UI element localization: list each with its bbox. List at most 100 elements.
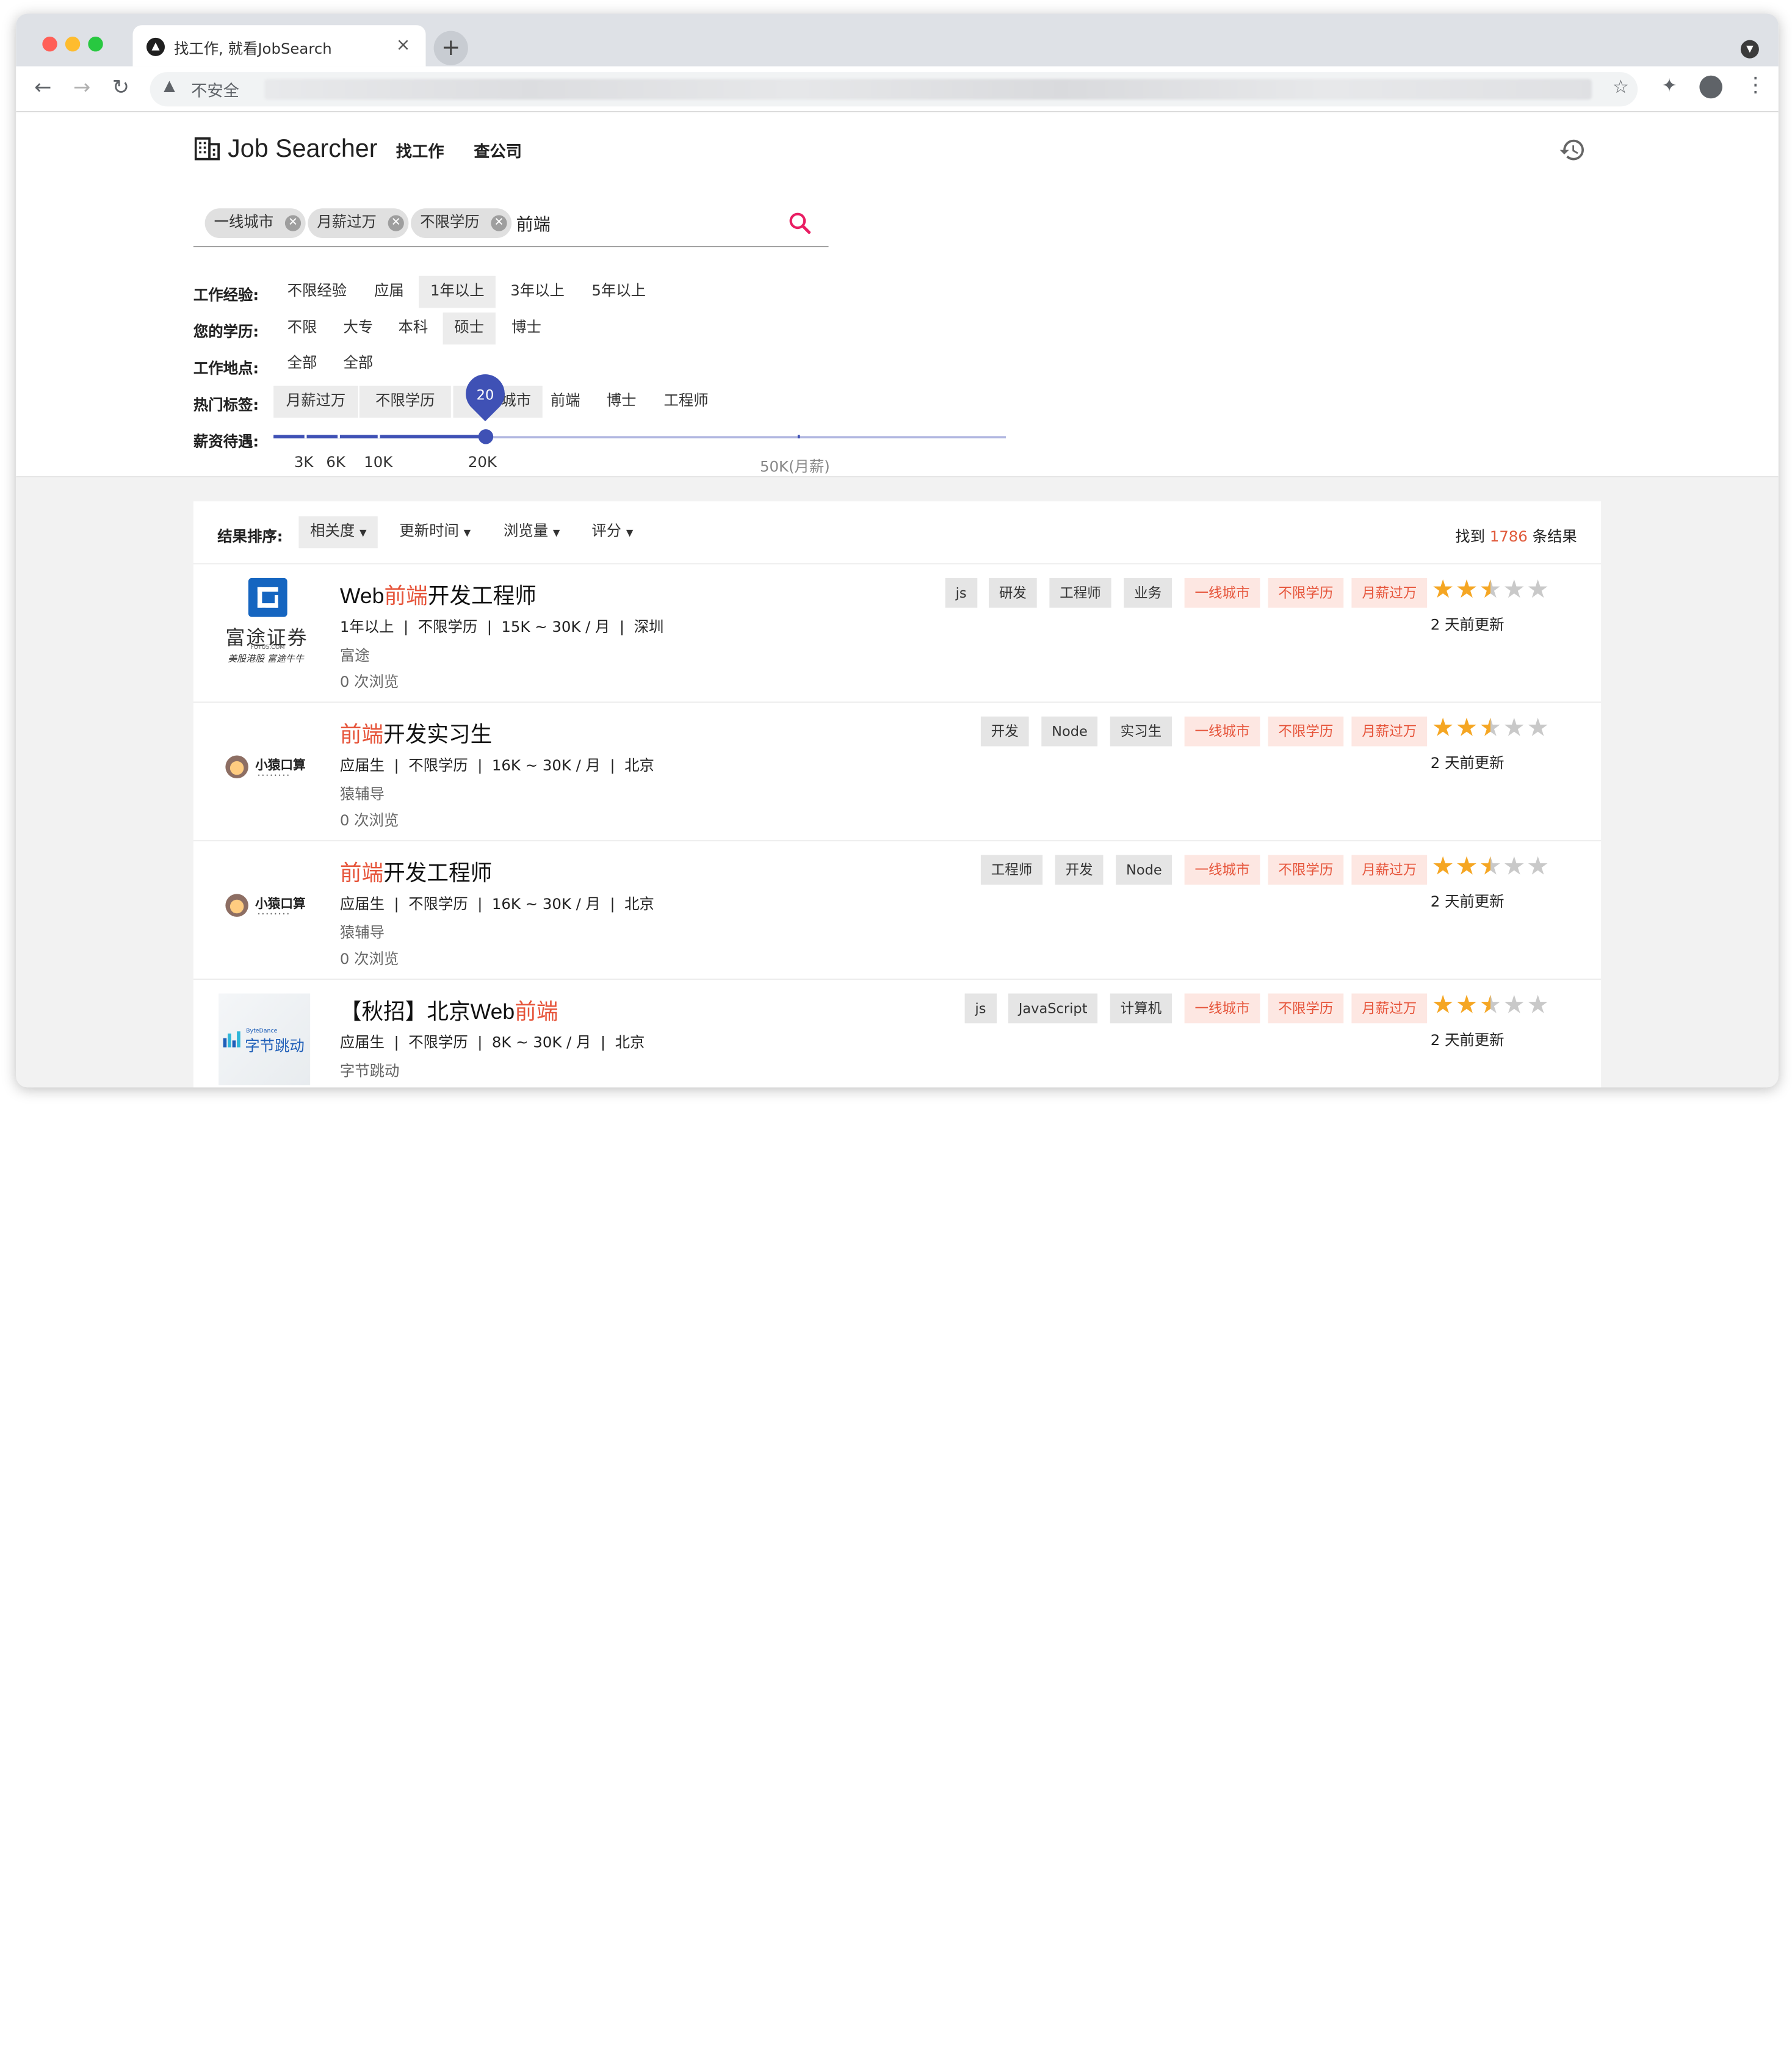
star-icon[interactable]: ★ — [1503, 991, 1526, 1020]
star-icon[interactable]: ★ — [1526, 991, 1550, 1020]
filter-option-location[interactable]: 全部 — [332, 348, 385, 380]
star-icon[interactable]: ★ — [1479, 714, 1503, 743]
search-icon[interactable] — [786, 209, 814, 237]
hot-tag-option[interactable]: 不限学历 — [359, 385, 451, 418]
hot-tag-option[interactable]: 博士 — [595, 386, 648, 418]
rating-stars[interactable]: ★★★★★ — [1432, 576, 1550, 604]
job-tag[interactable]: 不限学历 — [1268, 577, 1344, 608]
star-icon[interactable]: ★ — [1503, 714, 1526, 743]
job-tag[interactable]: 一线城市 — [1184, 855, 1260, 885]
hot-tag-option[interactable]: 前端 — [539, 386, 591, 418]
job-tag[interactable]: 研发 — [989, 577, 1037, 608]
filter-option-education[interactable]: 本科 — [387, 313, 439, 345]
job-tag[interactable]: 不限学历 — [1268, 716, 1344, 747]
chip-remove-icon[interactable]: ✕ — [491, 215, 507, 231]
bookmark-star-icon[interactable]: ☆ — [1613, 76, 1629, 98]
job-tag[interactable]: 月薪过万 — [1351, 855, 1428, 885]
job-tag[interactable]: js — [945, 577, 977, 608]
job-tag[interactable]: 工程师 — [1049, 577, 1111, 608]
star-icon[interactable]: ★ — [1479, 576, 1503, 604]
star-icon[interactable]: ★ — [1503, 576, 1526, 604]
star-icon[interactable]: ★ — [1526, 853, 1550, 881]
job-tag[interactable]: 一线城市 — [1184, 716, 1260, 747]
filter-option-education[interactable]: 硕士 — [443, 312, 496, 345]
star-icon[interactable]: ★ — [1479, 991, 1503, 1020]
star-icon[interactable]: ★ — [1432, 714, 1456, 743]
star-icon[interactable]: ★ — [1456, 714, 1479, 743]
new-tab-button[interactable]: + — [433, 31, 468, 65]
tab-search-icon[interactable]: ▼ — [1740, 40, 1759, 59]
filter-option-education[interactable]: 大专 — [332, 313, 385, 345]
star-icon[interactable]: ★ — [1456, 853, 1479, 881]
salary-mark-label[interactable]: 10K — [364, 454, 392, 471]
maximize-window-button[interactable] — [88, 37, 103, 52]
back-button[interactable]: ← — [34, 76, 51, 100]
star-icon[interactable]: ★ — [1526, 714, 1550, 743]
job-tag[interactable]: 月薪过万 — [1351, 577, 1428, 608]
nav-find-jobs[interactable]: 找工作 — [396, 140, 444, 163]
reload-button[interactable]: ↻ — [112, 76, 129, 100]
star-icon[interactable]: ★ — [1479, 853, 1503, 881]
rating-stars[interactable]: ★★★★★ — [1432, 853, 1550, 881]
filter-option-location[interactable]: 全部 — [276, 348, 328, 380]
job-title[interactable]: 【秋招】北京Web前端 — [340, 994, 558, 1026]
salary-slider-thumb[interactable] — [478, 429, 494, 444]
salary-mark-label[interactable]: 20K — [468, 454, 497, 471]
nav-find-companies[interactable]: 查公司 — [474, 140, 522, 163]
forward-button[interactable]: → — [73, 76, 90, 100]
search-chip[interactable]: 不限学历 ✕ — [411, 208, 512, 238]
salary-mark-label[interactable]: 3K — [294, 454, 313, 471]
job-tag[interactable]: 计算机 — [1110, 993, 1172, 1024]
sort-option-rating[interactable]: 评分 ▼ — [580, 516, 645, 549]
sort-option-relevance[interactable]: 相关度 ▼ — [298, 516, 378, 549]
job-tag[interactable]: 一线城市 — [1184, 993, 1260, 1024]
tab-close-icon[interactable]: × — [396, 34, 411, 55]
job-tag[interactable]: 月薪过万 — [1351, 993, 1428, 1024]
search-box[interactable]: 一线城市 ✕ 月薪过万 ✕ 不限学历 ✕ 前端 — [193, 204, 829, 247]
filter-option-experience[interactable]: 3年以上 — [499, 276, 576, 308]
job-tag[interactable]: JavaScript — [1008, 993, 1098, 1024]
history-icon[interactable] — [1559, 136, 1586, 164]
hot-tag-option[interactable]: 工程师 — [652, 386, 720, 418]
job-tag[interactable]: 月薪过万 — [1351, 716, 1428, 747]
job-card[interactable]: ByteDance 字节跳动 【秋招】北京Web前端 应届生 | 不限学历 | 8K … — [193, 980, 1601, 1087]
job-company[interactable]: 猿辅导 — [340, 782, 385, 803]
star-icon[interactable]: ★ — [1432, 576, 1456, 604]
filter-option-education[interactable]: 不限 — [276, 313, 328, 345]
address-bar[interactable]: ▲ 不安全 — [150, 72, 1638, 107]
chip-remove-icon[interactable]: ✕ — [388, 215, 404, 231]
filter-option-experience[interactable]: 不限经验 — [276, 276, 358, 308]
job-tag[interactable]: 不限学历 — [1268, 855, 1344, 885]
job-card[interactable]: 小猿口算 • • • • • • • • 前端开发工程师 应届生 | 不限学历 | 1… — [193, 841, 1602, 980]
star-icon[interactable]: ★ — [1456, 991, 1479, 1020]
minimize-window-button[interactable] — [65, 37, 81, 52]
search-chip[interactable]: 月薪过万 ✕ — [308, 208, 409, 238]
filter-option-experience[interactable]: 1年以上 — [419, 275, 496, 308]
star-icon[interactable]: ★ — [1503, 853, 1526, 881]
search-chip[interactable]: 一线城市 ✕ — [204, 208, 306, 238]
job-tag[interactable]: 工程师 — [980, 855, 1043, 885]
job-tag[interactable]: 业务 — [1124, 577, 1172, 608]
star-icon[interactable]: ★ — [1432, 853, 1456, 881]
salary-mark-label[interactable]: 50K(月薪) — [760, 454, 830, 476]
job-company[interactable]: 富途 — [340, 643, 370, 665]
brand-title[interactable]: Job Searcher — [228, 134, 377, 164]
extensions-icon[interactable]: ✦ — [1662, 74, 1677, 96]
star-icon[interactable]: ★ — [1526, 576, 1550, 604]
job-tag[interactable]: 开发 — [1055, 855, 1104, 885]
filter-option-education[interactable]: 博士 — [500, 313, 552, 345]
job-title[interactable]: Web前端开发工程师 — [340, 579, 537, 610]
job-title[interactable]: 前端开发工程师 — [340, 856, 492, 888]
job-card[interactable]: 富途证券 FUTU5.COM 美股港股 富途牛牛 Web前端开发工程师 1年以上 | 不… — [193, 564, 1602, 703]
job-tag[interactable]: 实习生 — [1110, 716, 1172, 747]
job-tag[interactable]: js — [964, 993, 997, 1024]
close-window-button[interactable] — [42, 37, 57, 52]
filter-option-experience[interactable]: 5年以上 — [580, 276, 657, 308]
job-card[interactable]: 小猿口算 • • • • • • • • 前端开发实习生 应届生 | 不限学历 | 1… — [193, 703, 1602, 842]
sort-option-views[interactable]: 浏览量 ▼ — [492, 516, 571, 549]
job-title[interactable]: 前端开发实习生 — [340, 718, 492, 749]
browser-menu-icon[interactable]: ⋮ — [1745, 73, 1766, 97]
chip-remove-icon[interactable]: ✕ — [284, 215, 302, 231]
rating-stars[interactable]: ★★★★★ — [1432, 991, 1550, 1020]
hot-tag-option[interactable]: 月薪过万 — [273, 385, 358, 418]
